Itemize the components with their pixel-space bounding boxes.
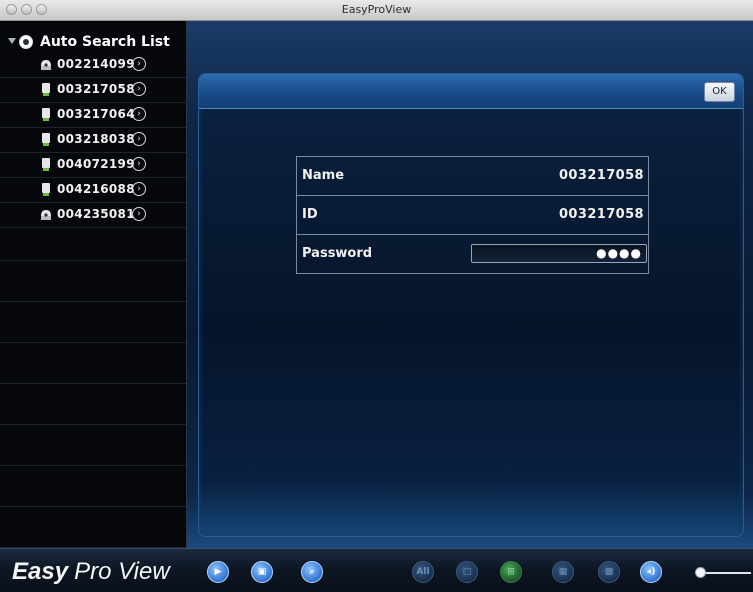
password-row: Password ●●●● — [297, 235, 648, 273]
six-view-button[interactable]: ▦ — [552, 561, 574, 583]
quad-view-button[interactable]: ⊞ — [500, 561, 522, 583]
device-item[interactable]: 002214099 › — [0, 53, 186, 78]
device-item[interactable]: 004216088 › — [0, 178, 186, 203]
device-manager-button[interactable]: ▣ — [251, 561, 273, 583]
window-title: EasyProView — [341, 3, 412, 16]
device-id: 003217058 — [57, 82, 135, 96]
dialog-header: OK — [199, 74, 743, 109]
volume-icon[interactable]: ◂) — [640, 561, 662, 583]
view-all-button[interactable]: All — [412, 561, 434, 583]
id-value: 003217058 — [558, 207, 644, 222]
device-info-form: Name 003217058 ID 003217058 Password ●●●… — [296, 156, 649, 274]
device-item[interactable]: 003217058 › — [0, 78, 186, 103]
device-item[interactable]: 003218038 › — [0, 128, 186, 153]
chevron-right-icon[interactable]: › — [132, 182, 146, 196]
logo-bold-text: Easy — [12, 558, 69, 585]
app-logo: Easy Pro View — [12, 558, 170, 586]
volume-slider-knob[interactable] — [695, 567, 706, 578]
password-label: Password — [302, 246, 373, 261]
auto-search-list-header[interactable]: Auto Search List — [0, 33, 186, 53]
volume-slider-track[interactable] — [702, 572, 751, 574]
camera-bullet-icon — [42, 133, 50, 146]
ok-button[interactable]: OK — [704, 82, 735, 102]
sidebar: Auto Search List 002214099 › 003217058 ›… — [0, 21, 187, 548]
password-field[interactable]: ●●●● — [471, 244, 647, 263]
device-item[interactable]: 004235081 › — [0, 203, 186, 228]
device-login-dialog: OK Name 003217058 ID 003217058 Password … — [198, 73, 744, 537]
name-value: 003217058 — [558, 168, 644, 183]
camera-dome-icon — [41, 210, 51, 220]
device-item[interactable]: 004072199 › — [0, 153, 186, 178]
single-view-button[interactable]: □ — [456, 561, 478, 583]
camera-bullet-icon — [42, 83, 50, 96]
camera-dome-icon — [41, 60, 51, 70]
id-row: ID 003217058 — [297, 196, 648, 235]
device-id: 004216088 — [57, 182, 135, 196]
window-titlebar: EasyProView — [0, 0, 753, 21]
id-label: ID — [302, 207, 318, 222]
main-panel: OK Name 003217058 ID 003217058 Password … — [187, 21, 753, 548]
search-button[interactable]: ⌕ — [301, 561, 323, 583]
nine-view-button[interactable]: ▩ — [598, 561, 620, 583]
device-id: 002214099 — [57, 57, 135, 71]
device-id: 003218038 — [57, 132, 135, 146]
name-row: Name 003217058 — [297, 157, 648, 196]
name-label: Name — [302, 168, 345, 183]
chevron-right-icon[interactable]: › — [132, 107, 146, 121]
play-button[interactable]: ▶ — [207, 561, 229, 583]
device-id: 004072199 — [57, 157, 135, 171]
camera-bullet-icon — [42, 108, 50, 121]
device-item[interactable]: 003217064 › — [0, 103, 186, 128]
camera-bullet-icon — [42, 183, 50, 196]
camera-bullet-icon — [42, 158, 50, 171]
chevron-right-icon[interactable]: › — [132, 82, 146, 96]
auto-search-list-title: Auto Search List — [40, 34, 170, 50]
device-id: 004235081 — [57, 207, 135, 221]
device-list: 002214099 › 003217058 › 003217064 › 0032… — [0, 53, 186, 228]
device-id: 003217064 — [57, 107, 135, 121]
logo-light-text: Pro View — [74, 558, 170, 585]
search-list-icon — [19, 35, 33, 49]
chevron-right-icon[interactable]: › — [132, 132, 146, 146]
chevron-right-icon[interactable]: › — [132, 207, 146, 221]
chevron-right-icon[interactable]: › — [132, 157, 146, 171]
disclosure-triangle-icon[interactable] — [8, 38, 16, 44]
bottom-toolbar: Easy Pro View ▶ ▣ ⌕ All □ ⊞ ▦ ▩ ◂) — [0, 548, 753, 592]
chevron-right-icon[interactable]: › — [132, 57, 146, 71]
